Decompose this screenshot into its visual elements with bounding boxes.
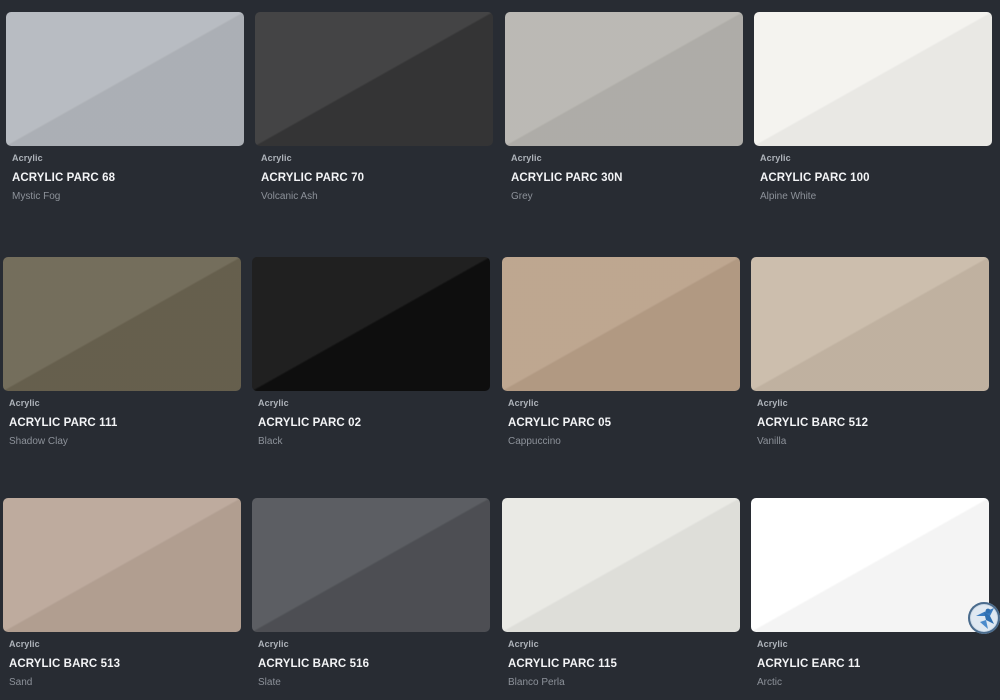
color-swatch[interactable] (3, 498, 241, 632)
product-category: Acrylic (508, 639, 539, 649)
product-color-name: Sand (9, 677, 33, 688)
product-name[interactable]: ACRYLIC PARC 05 (508, 416, 740, 430)
product-card[interactable]: Acrylic ACRYLIC PARC 70 Volcanic Ash (255, 12, 493, 222)
product-category: Acrylic (511, 153, 542, 163)
color-swatch[interactable] (751, 498, 989, 632)
product-card[interactable]: Acrylic ACRYLIC PARC 05 Cappuccino (502, 257, 740, 467)
product-card[interactable]: Acrylic ACRYLIC BARC 516 Slate (252, 498, 490, 700)
accessibility-button[interactable] (968, 602, 1000, 634)
product-card[interactable]: Acrylic ACRYLIC PARC 68 Mystic Fog (6, 12, 244, 222)
product-name[interactable]: ACRYLIC BARC 513 (9, 657, 241, 671)
product-card[interactable]: Acrylic ACRYLIC PARC 30N Grey (505, 12, 743, 222)
color-swatch[interactable] (3, 257, 241, 391)
color-swatch[interactable] (502, 257, 740, 391)
product-color-name: Mystic Fog (12, 191, 61, 202)
product-category: Acrylic (258, 398, 289, 408)
color-swatch[interactable] (754, 12, 992, 146)
product-card[interactable]: Acrylic ACRYLIC PARC 100 Alpine White (754, 12, 992, 222)
product-name[interactable]: ACRYLIC PARC 30N (511, 171, 743, 185)
product-category: Acrylic (258, 639, 289, 649)
product-color-name: Slate (258, 677, 281, 688)
product-category: Acrylic (12, 153, 43, 163)
color-swatch[interactable] (252, 498, 490, 632)
product-color-name: Vanilla (757, 436, 787, 447)
product-name[interactable]: ACRYLIC PARC 111 (9, 416, 241, 430)
product-card[interactable]: Acrylic ACRYLIC EARC 11 Arctic (751, 498, 989, 700)
product-category: Acrylic (261, 153, 292, 163)
product-card[interactable]: Acrylic ACRYLIC BARC 513 Sand (3, 498, 241, 700)
product-card[interactable]: Acrylic ACRYLIC PARC 02 Black (252, 257, 490, 467)
product-color-name: Alpine White (760, 191, 817, 202)
product-name[interactable]: ACRYLIC BARC 516 (258, 657, 490, 671)
product-category: Acrylic (757, 398, 788, 408)
color-swatch[interactable] (252, 257, 490, 391)
product-color-name: Shadow Clay (9, 436, 68, 447)
color-swatch[interactable] (255, 12, 493, 146)
product-name[interactable]: ACRYLIC BARC 512 (757, 416, 989, 430)
color-swatch[interactable] (6, 12, 244, 146)
product-color-name: Cappuccino (508, 436, 561, 447)
product-name[interactable]: ACRYLIC PARC 115 (508, 657, 740, 671)
product-name[interactable]: ACRYLIC PARC 02 (258, 416, 490, 430)
product-category: Acrylic (757, 639, 788, 649)
product-name[interactable]: ACRYLIC PARC 100 (760, 171, 992, 185)
product-name[interactable]: ACRYLIC PARC 70 (261, 171, 493, 185)
product-color-name: Black (258, 436, 283, 447)
product-color-name: Blanco Perla (508, 677, 565, 688)
product-category: Acrylic (9, 639, 40, 649)
accessibility-icon (971, 605, 997, 631)
product-name[interactable]: ACRYLIC EARC 11 (757, 657, 989, 671)
product-name[interactable]: ACRYLIC PARC 68 (12, 171, 244, 185)
product-card[interactable]: Acrylic ACRYLIC PARC 115 Blanco Perla (502, 498, 740, 700)
product-category: Acrylic (9, 398, 40, 408)
product-color-name: Grey (511, 191, 533, 202)
color-swatch[interactable] (505, 12, 743, 146)
product-color-name: Arctic (757, 677, 782, 688)
color-swatch[interactable] (502, 498, 740, 632)
product-card[interactable]: Acrylic ACRYLIC PARC 111 Shadow Clay (3, 257, 241, 467)
product-category: Acrylic (508, 398, 539, 408)
product-grid: Acrylic ACRYLIC PARC 68 Mystic Fog Acryl… (0, 0, 1000, 700)
color-swatch[interactable] (751, 257, 989, 391)
product-category: Acrylic (760, 153, 791, 163)
product-color-name: Volcanic Ash (261, 191, 318, 202)
product-card[interactable]: Acrylic ACRYLIC BARC 512 Vanilla (751, 257, 989, 467)
